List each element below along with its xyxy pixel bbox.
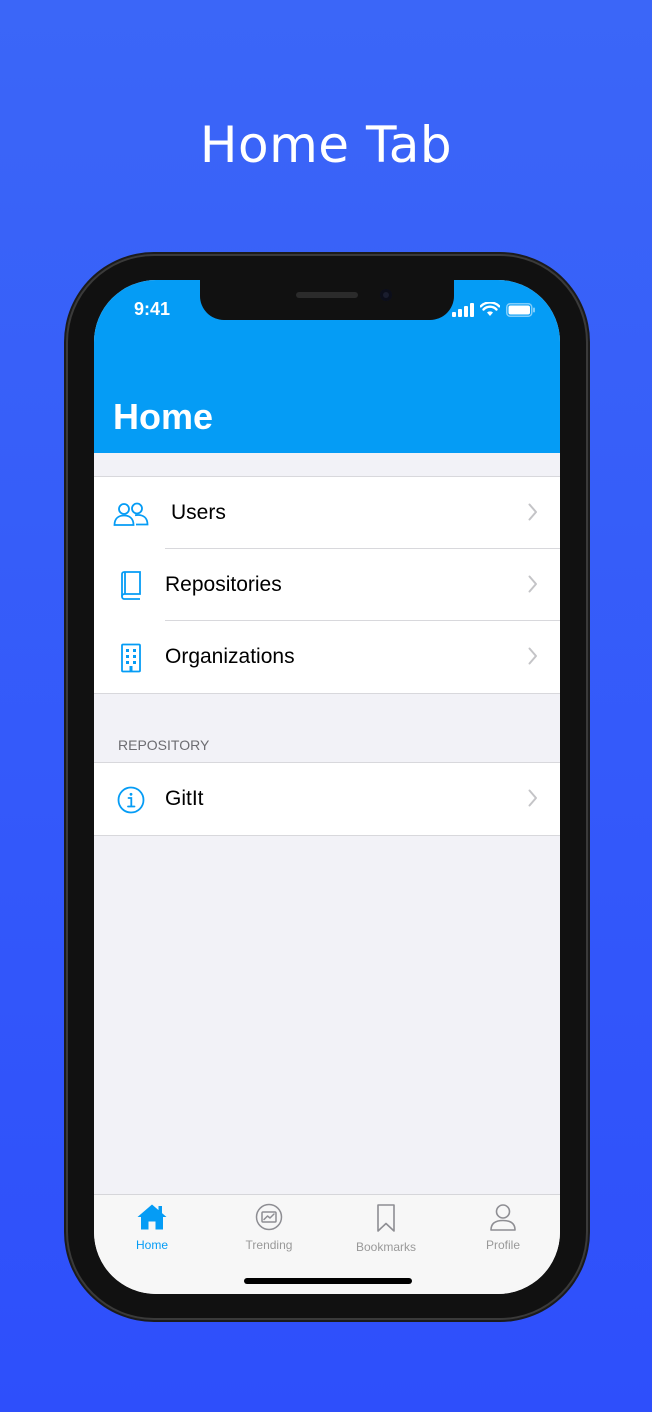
list-item-label: GitIt: [165, 787, 204, 810]
bookmark-icon: [377, 1204, 395, 1232]
list-item-label: Repositories: [165, 573, 282, 596]
notch: [200, 280, 454, 320]
menu-group-main: Users Repositories Organizations: [94, 476, 560, 694]
menu-group-repository: GitIt: [94, 762, 560, 836]
chevron-right-icon: [528, 503, 537, 521]
tab-home[interactable]: Home: [102, 1203, 202, 1252]
tab-label: Bookmarks: [355, 1240, 417, 1254]
chevron-right-icon: [528, 789, 537, 807]
tab-profile[interactable]: Profile: [453, 1203, 553, 1252]
chevron-right-icon: [528, 575, 537, 593]
tab-label: Trending: [245, 1238, 293, 1252]
list-item-repositories[interactable]: Repositories: [94, 549, 560, 621]
tab-bookmarks[interactable]: Bookmarks: [336, 1203, 436, 1254]
list-item-label: Users: [171, 501, 226, 524]
info-icon: [113, 785, 149, 815]
list-item-label: Organizations: [165, 645, 295, 668]
chevron-right-icon: [528, 647, 537, 665]
promo-title: Home Tab: [199, 116, 453, 174]
section-header-repository: REPOSITORY: [118, 737, 210, 753]
book-icon: [113, 571, 149, 601]
wifi-icon: [480, 302, 500, 316]
building-icon: [113, 643, 149, 673]
person-icon: [490, 1204, 516, 1231]
front-camera: [380, 289, 392, 301]
tab-trending[interactable]: Trending: [219, 1203, 319, 1252]
status-time: 9:41: [134, 299, 171, 319]
page-title: Home: [113, 396, 214, 437]
list-item-organizations[interactable]: Organizations: [94, 621, 560, 693]
list-item-gitit[interactable]: GitIt: [94, 763, 560, 835]
status-icons: [452, 302, 536, 317]
list-item-users[interactable]: Users: [94, 477, 560, 549]
trending-icon: [255, 1203, 283, 1231]
speaker-grille: [296, 292, 358, 298]
phone-screen: 9:41 Home Users Repositories Organizatio…: [94, 280, 560, 1294]
house-icon: [137, 1204, 167, 1230]
signal-icon: [452, 302, 474, 317]
tab-label: Profile: [485, 1238, 520, 1252]
tab-bar: Home Trending Bookmarks Profile: [94, 1194, 560, 1294]
phone-frame: 9:41 Home Users Repositories Organizatio…: [68, 256, 586, 1318]
tab-label: Home: [135, 1238, 168, 1252]
users-icon: [113, 499, 149, 529]
battery-icon: [506, 302, 535, 317]
home-indicator[interactable]: [244, 1278, 412, 1284]
